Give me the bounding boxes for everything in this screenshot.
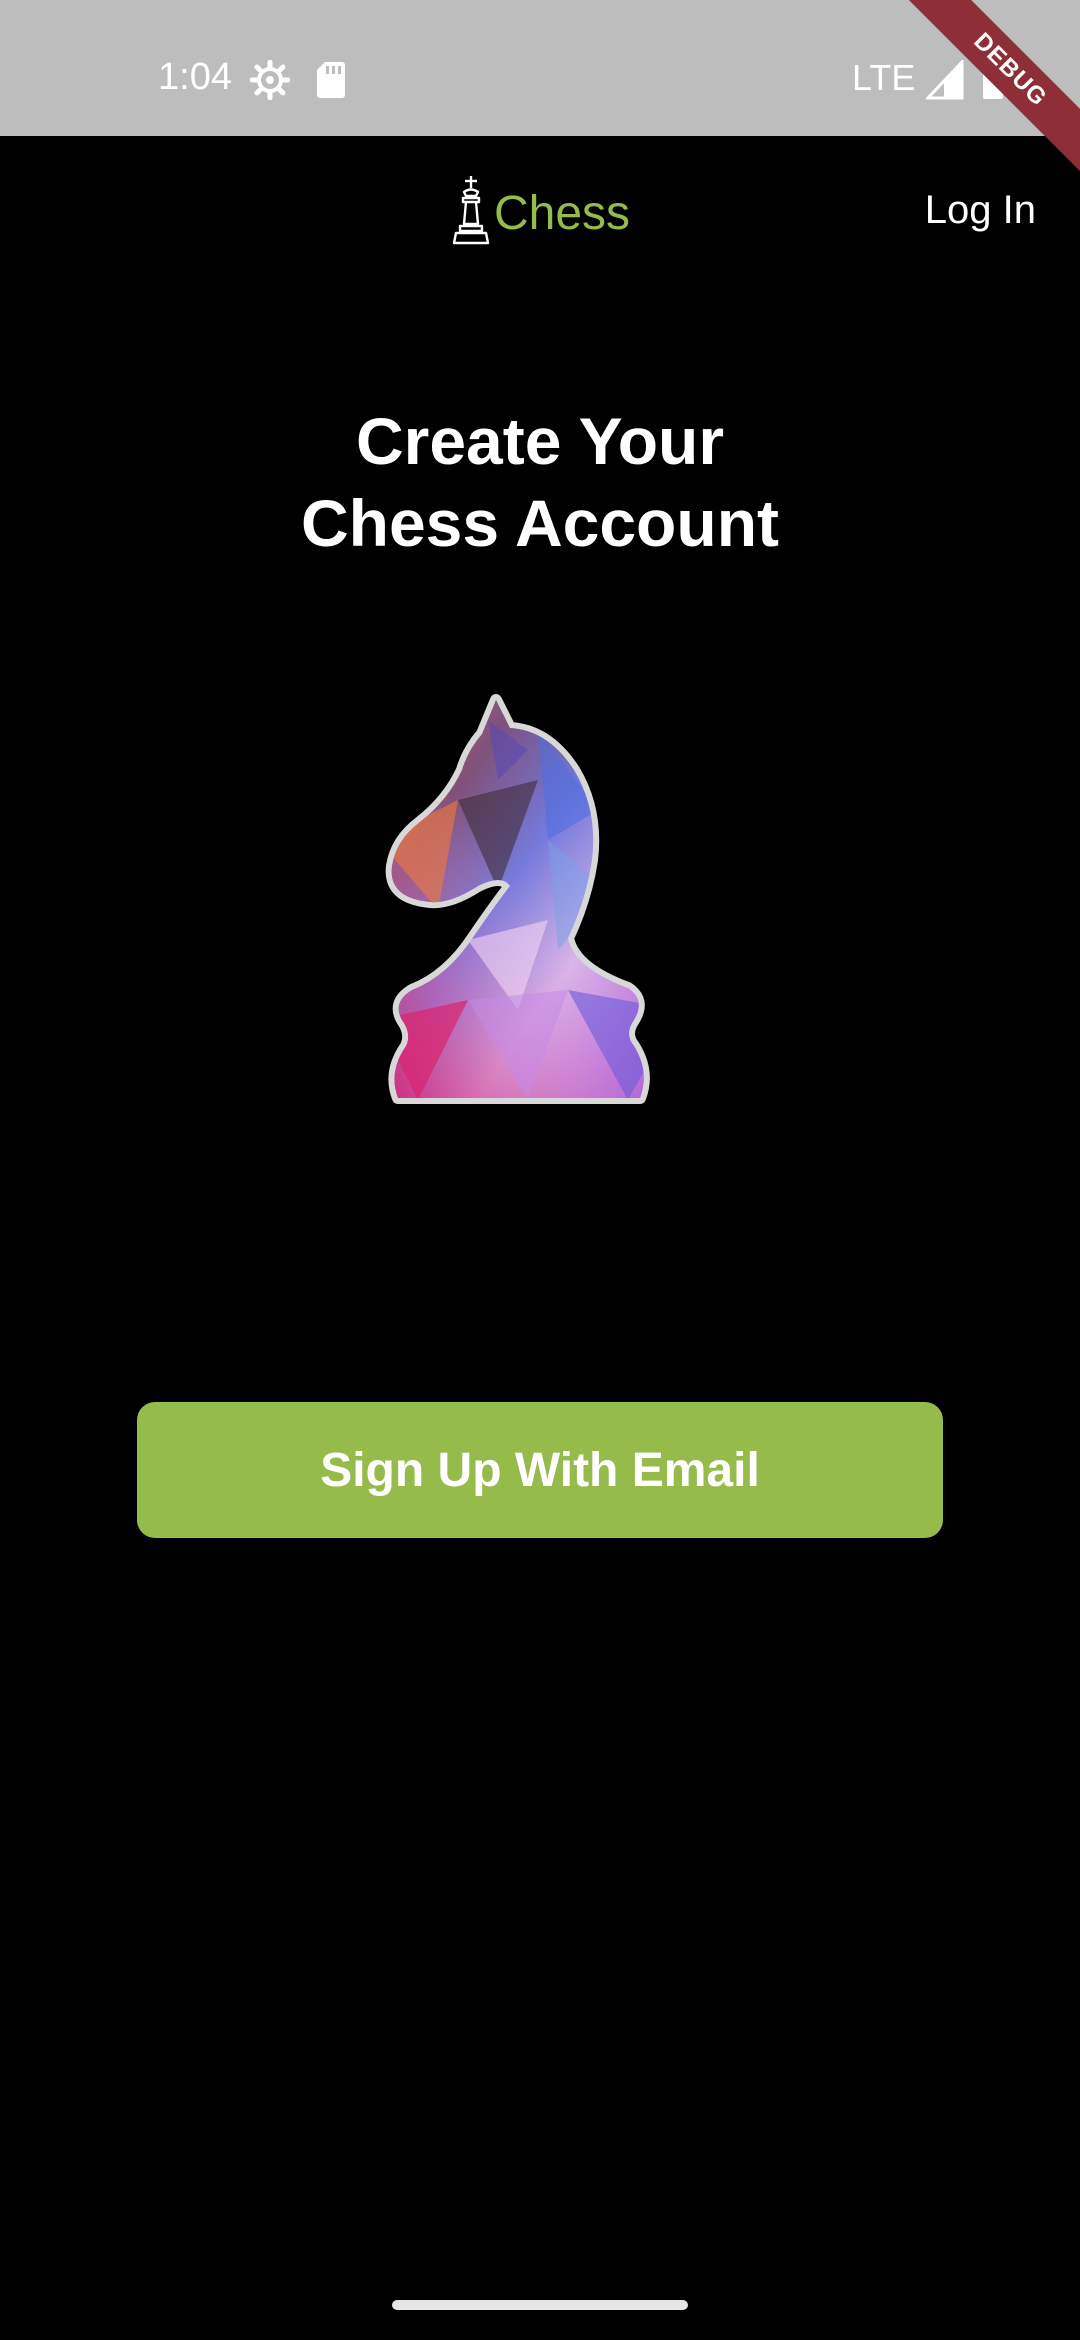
signal-icon (926, 60, 964, 100)
brand-name: Chess (494, 187, 631, 240)
brand-logo: Chess (450, 174, 630, 246)
home-indicator[interactable] (392, 2300, 688, 2310)
screen: 1:04 LTE DEBUG Chess Log In Create Your … (0, 0, 1080, 2340)
page-title-line-1: Create Your (355, 404, 725, 478)
settings-gear-icon (250, 60, 290, 100)
page-title-line-2: Chess Account (301, 486, 779, 560)
sd-card-icon (317, 62, 345, 98)
login-button[interactable]: Log In (925, 188, 1036, 233)
page-title: Create Your Chess Account (0, 400, 1080, 564)
app-bar: Chess Log In (0, 136, 1080, 296)
network-type: LTE (852, 57, 916, 98)
status-time: 1:04 (158, 56, 232, 98)
chess-king-icon (452, 176, 490, 245)
status-bar: 1:04 LTE DEBUG (0, 0, 1080, 178)
signup-with-email-button[interactable]: Sign Up With Email (137, 1402, 943, 1538)
chess-knight-illustration (378, 690, 678, 1110)
